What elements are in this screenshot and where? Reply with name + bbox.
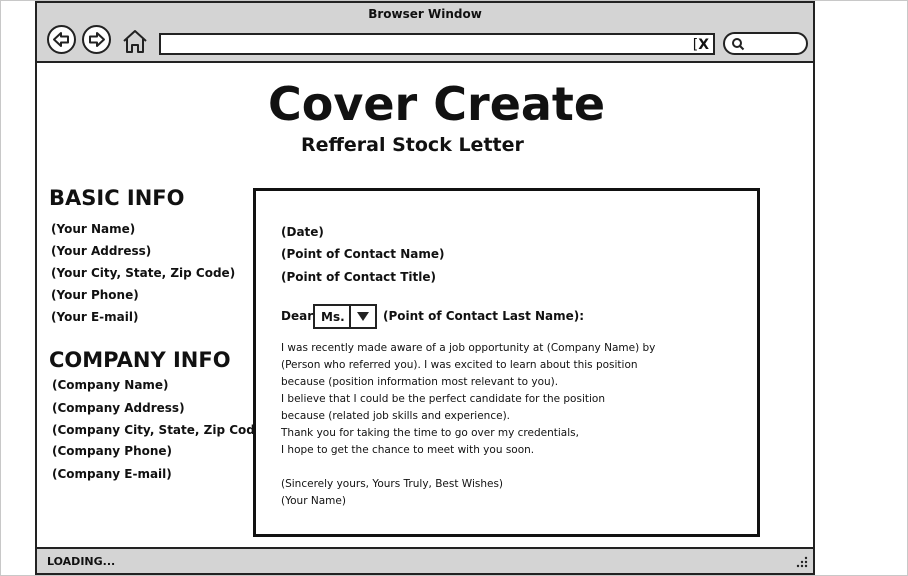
salutation-value: Ms. [321,310,345,324]
company-info-heading: COMPANY INFO [49,348,231,372]
chevron-down-icon [357,312,369,321]
page-content: Cover Create Refferal Stock Letter BASIC… [37,65,813,547]
letter-signature: (Your Name) [281,495,346,507]
window-title: Browser Window [368,7,482,21]
letter-date: (Date) [281,225,324,239]
home-button[interactable] [121,27,149,55]
dear-label: Dear [281,309,314,323]
letter-body-line: (Person who referred you). I was excited… [281,359,638,371]
letter-body-line: Thank you for taking the time to go over… [281,427,579,439]
company-info-city: (Company City, State, Zip Code) [52,423,269,437]
basic-info-your-name: (Your Name) [51,222,136,236]
letter-contact-title: (Point of Contact Title) [281,270,436,284]
dear-contact-last-name: (Point of Contact Last Name): [383,309,585,323]
letter-body-line: I was recently made aware of a job oppor… [281,342,656,354]
clear-address-button[interactable]: [X [693,36,709,54]
company-info-name: (Company Name) [52,378,169,392]
basic-info-your-address: (Your Address) [51,244,152,258]
company-info-phone: (Company Phone) [52,444,173,458]
company-info-address: (Company Address) [52,401,185,415]
search-input[interactable] [723,32,808,55]
title-bar: Browser Window [X [37,3,813,63]
forward-arrow-icon [89,32,105,47]
letter-closing: (Sincerely yours, Yours Truly, Best Wish… [281,478,504,490]
home-icon [123,30,147,53]
basic-info-your-phone: (Your Phone) [51,288,139,302]
letter-body-line: I hope to get the chance to meet with yo… [281,444,535,456]
basic-info-heading: BASIC INFO [49,186,185,210]
back-button[interactable] [47,25,76,54]
forward-button[interactable] [82,25,111,54]
resize-grip-icon[interactable] [795,555,809,569]
browser-window: Browser Window [X Cover Create Refferal … [35,1,815,575]
back-arrow-icon [53,32,69,47]
letter-body-line: because (position information most relev… [281,376,559,388]
letter-body-line: I believe that I could be the perfect ca… [281,393,605,405]
basic-info-your-city: (Your City, State, Zip Code) [51,266,236,280]
address-bar[interactable]: [X [159,33,715,55]
letter-body-line: because (related job skills and experien… [281,410,511,422]
company-info-email: (Company E-mail) [52,467,172,481]
status-bar: LOADING... [37,547,813,573]
salutation-dropdown[interactable]: Ms. [313,304,377,329]
salutation-dropdown-toggle[interactable] [349,306,375,327]
basic-info-your-email: (Your E-mail) [51,310,139,324]
search-icon [732,38,745,51]
letter-panel: (Date) (Point of Contact Name) (Point of… [253,188,760,537]
letter-contact-name: (Point of Contact Name) [281,247,445,261]
status-text: LOADING... [47,555,116,568]
app-subtitle: Refferal Stock Letter [301,134,524,156]
app-title: Cover Create [268,77,606,131]
